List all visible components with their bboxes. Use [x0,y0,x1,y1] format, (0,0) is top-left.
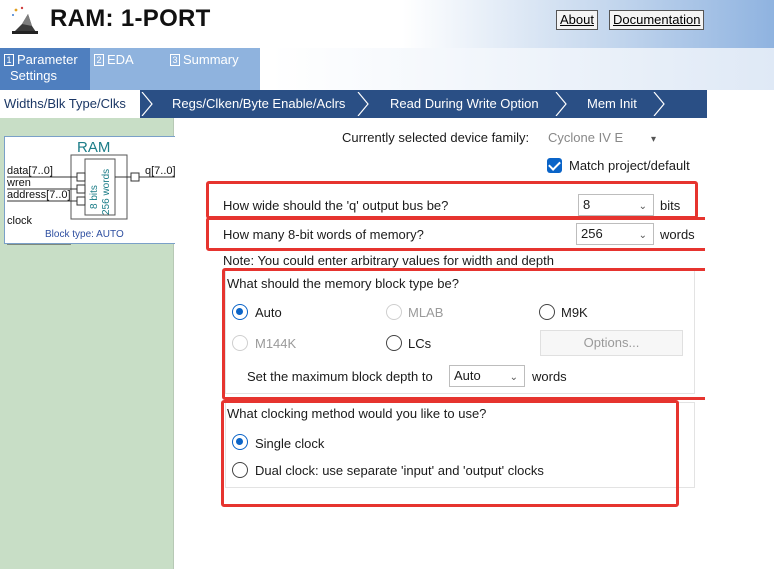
tab-eda[interactable]: 2 EDA [90,48,166,90]
device-family-label: Currently selected device family: [342,130,530,145]
port-data: data[7..0] [7,165,53,177]
port-clock: clock [7,215,33,227]
highlight-box [222,268,715,400]
about-button[interactable]: About [556,10,598,30]
device-family-select: Cyclone IV E ▾ [544,128,662,150]
port-wren: wren [7,177,31,189]
symbol-depth-text: 256 words [101,168,112,215]
right-margin [705,118,774,569]
wizard-hat-icon [12,6,38,34]
port-q: q[7..0] [145,165,176,177]
symbol-width-text: 8 bits [89,185,100,209]
highlight-box [206,181,698,219]
tab-label: Parameter [17,52,78,67]
tab-bar: 1 Parameter Settings 2 EDA 3 Summary [0,48,774,90]
breadcrumb-widths[interactable]: Widths/Blk Type/Clks [0,90,140,118]
tab-number: 3 [170,54,180,66]
match-project-checkbox[interactable] [547,158,562,173]
settings-panel: Currently selected device family: Cyclon… [175,118,728,569]
device-family-value: Cyclone IV E [548,130,624,145]
breadcrumb: Widths/Blk Type/Clks Regs/Clken/Byte Ena… [0,90,707,118]
tab-number: 2 [94,54,104,66]
highlight-box [206,217,728,251]
tab-summary[interactable]: 3 Summary [166,48,260,90]
breadcrumb-regs[interactable]: Regs/Clken/Byte Enable/Aclrs [172,90,345,118]
highlight-box [221,400,679,507]
tab-label: Summary [183,52,239,67]
port-address: address[7..0] [7,189,71,201]
ram-symbol: RAM data[7..0] wren address[7..0] clock … [4,136,192,245]
documentation-button[interactable]: Documentation [609,10,705,30]
chevron-right-icon [141,92,153,116]
tab-label: EDA [107,52,134,67]
tab-label-line2: Settings [10,68,57,83]
breadcrumb-read-during-write[interactable]: Read During Write Option [390,90,539,118]
chevron-right-icon [357,92,369,116]
note-text: Note: You could enter arbitrary values f… [223,253,554,268]
tab-number: 1 [4,54,14,66]
chevron-down-icon: ▾ [650,134,656,145]
symbol-pane: RAM data[7..0] wren address[7..0] clock … [0,118,192,569]
chevron-right-icon [653,92,665,116]
block-type-label: Block type: AUTO [45,229,124,240]
match-project-label: Match project/default [569,158,690,173]
chevron-right-icon [555,92,567,116]
symbol-title: RAM [77,139,111,156]
page-title: RAM: 1-PORT [50,5,211,32]
tab-parameter-settings[interactable]: 1 Parameter Settings [0,48,90,90]
header-bar: RAM: 1-PORT About Documentation [0,0,774,48]
breadcrumb-mem-init[interactable]: Mem Init [587,90,637,118]
